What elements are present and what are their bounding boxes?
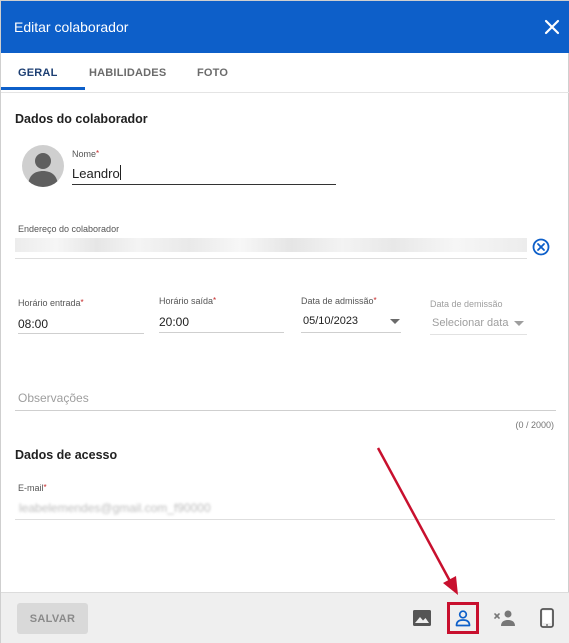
tab-geral[interactable]: GERAL bbox=[18, 67, 58, 79]
exit-time-label: Horário saída* bbox=[159, 296, 217, 306]
mobile-button[interactable] bbox=[531, 602, 563, 634]
dismissal-date-select[interactable]: Selecionar data bbox=[432, 317, 508, 329]
dialog-header: Editar colaborador bbox=[1, 1, 569, 53]
name-input-underline bbox=[72, 184, 336, 185]
avatar[interactable] bbox=[22, 145, 64, 187]
notes-input[interactable]: Observações bbox=[18, 391, 89, 405]
person-silhouette-icon bbox=[28, 153, 58, 187]
exit-time-underline bbox=[159, 332, 284, 333]
admission-date-select[interactable]: 05/10/2023 bbox=[303, 315, 358, 327]
image-icon bbox=[413, 610, 431, 626]
entry-time-label: Horário entrada* bbox=[18, 298, 84, 308]
name-input[interactable]: Leandro bbox=[72, 166, 120, 181]
notes-char-counter: (0 / 2000) bbox=[515, 420, 554, 430]
clear-address-icon[interactable] bbox=[532, 238, 550, 256]
access-section-title: Dados de acesso bbox=[15, 448, 118, 462]
entry-time-input[interactable]: 08:00 bbox=[18, 317, 48, 331]
person-button[interactable] bbox=[447, 602, 479, 634]
dialog-title: Editar colaborador bbox=[14, 19, 129, 35]
email-input[interactable]: leabelemendes@gmail.com_f90000 bbox=[19, 501, 211, 515]
remove-person-button[interactable] bbox=[489, 602, 521, 634]
dismissal-date-label: Data de demissão bbox=[430, 299, 503, 309]
address-underline bbox=[15, 258, 527, 259]
admission-underline bbox=[301, 332, 401, 333]
dialog-footer: SALVAR bbox=[1, 592, 569, 643]
tab-habilidades[interactable]: HABILIDADES bbox=[89, 67, 166, 79]
person-remove-icon bbox=[494, 610, 515, 626]
person-icon bbox=[455, 610, 471, 627]
close-icon[interactable] bbox=[542, 17, 562, 37]
address-label: Endereço do colaborador bbox=[18, 224, 120, 234]
admission-dropdown-icon[interactable] bbox=[390, 319, 400, 324]
tab-bar: GERAL HABILIDADES FOTO bbox=[1, 53, 569, 93]
admission-date-label: Data de admissão* bbox=[301, 296, 377, 306]
image-button[interactable] bbox=[406, 602, 438, 634]
smartphone-icon bbox=[540, 608, 554, 628]
entry-time-underline bbox=[18, 333, 144, 334]
tab-foto[interactable]: FOTO bbox=[197, 67, 228, 79]
address-input-redacted[interactable] bbox=[15, 238, 527, 252]
save-button[interactable]: SALVAR bbox=[17, 603, 88, 634]
dismissal-dropdown-icon[interactable] bbox=[514, 321, 524, 326]
active-tab-indicator bbox=[1, 87, 85, 90]
dismissal-underline bbox=[430, 334, 527, 335]
email-underline bbox=[15, 519, 555, 520]
edit-collaborator-dialog: Editar colaborador GERAL HABILIDADES FOT… bbox=[0, 0, 569, 643]
exit-time-input[interactable]: 20:00 bbox=[159, 315, 189, 329]
collaborator-section-title: Dados do colaborador bbox=[15, 112, 148, 126]
notes-underline bbox=[15, 410, 556, 411]
email-label: E-mail* bbox=[18, 483, 47, 493]
text-cursor bbox=[120, 165, 121, 180]
name-label: Nome* bbox=[72, 149, 100, 159]
